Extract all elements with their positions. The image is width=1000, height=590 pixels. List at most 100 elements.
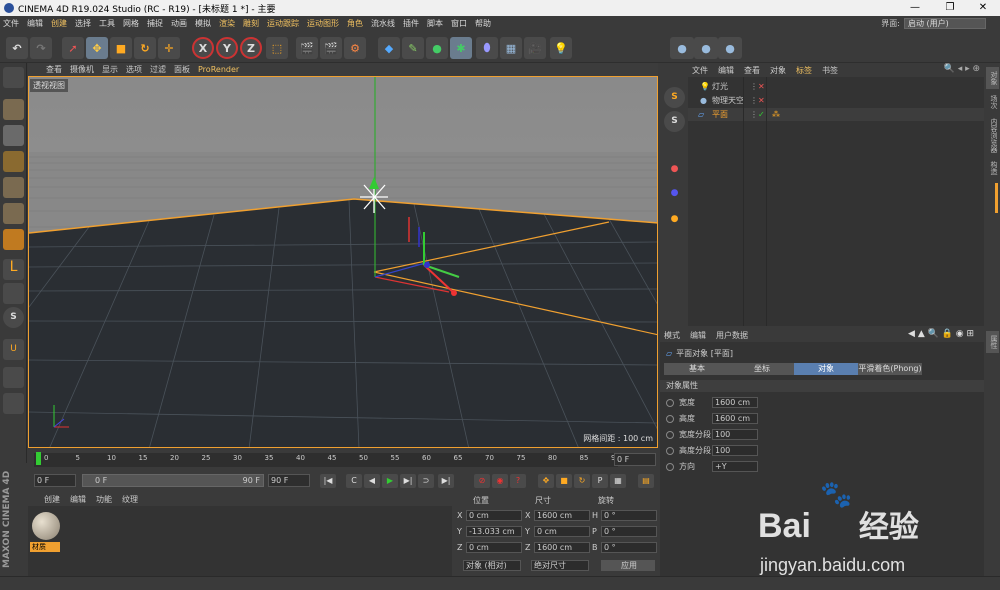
animation-dot-icon[interactable] <box>666 446 674 455</box>
timeline-playhead[interactable] <box>36 452 41 465</box>
workplane-mode-icon[interactable] <box>3 151 24 172</box>
material-preview[interactable] <box>32 512 60 540</box>
x-axis-lock-icon[interactable]: X <box>192 37 214 59</box>
light-icon[interactable]: 💡 <box>550 37 572 59</box>
cube-icon[interactable]: ◆ <box>378 37 400 59</box>
rotation-field[interactable]: 0 ° <box>601 526 657 537</box>
snap-settings-icon[interactable]: S <box>664 111 685 132</box>
object-row-light[interactable]: 💡 灯光 ⋮ ✕ <box>688 80 984 93</box>
size-mode-dropdown[interactable]: 绝对尺寸 <box>531 560 589 571</box>
menu-item-6[interactable]: 捕捉 <box>147 18 163 29</box>
rotate-icon[interactable]: ↻ <box>134 37 156 59</box>
go-to-end-icon[interactable]: ▶| <box>438 474 454 488</box>
rotation-field[interactable]: 0 ° <box>601 510 657 521</box>
animation-dot-icon[interactable] <box>666 430 674 439</box>
naming-tool-icon[interactable]: ● <box>664 183 685 204</box>
close-icon[interactable]: ✕ <box>968 0 998 16</box>
menu-item-12[interactable]: 运动图形 <box>307 18 339 29</box>
tab-coordinates[interactable]: 坐标 <box>730 363 794 375</box>
menu-item-9[interactable]: 渲染 <box>219 18 235 29</box>
material-menu-item-2[interactable]: 功能 <box>96 494 112 505</box>
cloner-icon[interactable]: ✱ <box>450 37 472 59</box>
menu-item-1[interactable]: 编辑 <box>27 18 43 29</box>
enable-x-icon[interactable]: ✕ <box>758 80 765 93</box>
end-frame-field[interactable]: 90 F <box>268 474 310 487</box>
next-frame-icon[interactable]: ▶| <box>400 474 416 488</box>
property-value-field[interactable]: +Y <box>712 461 758 472</box>
xyz-axis-icon[interactable]: ● <box>664 209 685 230</box>
visibility-dots-icon[interactable]: ⋮ <box>750 80 758 93</box>
go-to-start-icon[interactable]: |◀ <box>320 474 336 488</box>
maximize-icon[interactable]: ❐ <box>935 0 965 16</box>
visibility-dots-icon[interactable]: ⋮ <box>750 108 758 121</box>
z-axis-lock-icon[interactable]: Z <box>240 37 262 59</box>
snap-icon[interactable]: S <box>3 307 24 328</box>
size-field[interactable]: 1600 cm <box>534 510 590 521</box>
object-menu-item-0[interactable]: 文件 <box>692 65 708 76</box>
side-tab-content-browser[interactable]: 内容浏览器 <box>986 115 999 155</box>
side-tab-attributes[interactable]: 属性 <box>986 331 999 353</box>
move-icon[interactable]: ✥ <box>86 37 108 59</box>
locked-workplane-icon[interactable] <box>3 367 24 388</box>
snap-object-icon[interactable]: S <box>664 87 685 108</box>
animation-dot-icon[interactable] <box>666 414 674 423</box>
viewport-menu-item-2[interactable]: 显示 <box>102 64 118 75</box>
menu-item-10[interactable]: 雕刻 <box>243 18 259 29</box>
next-key-icon[interactable]: ⊃ <box>418 474 434 488</box>
start-frame-field[interactable]: 0 F <box>34 474 76 487</box>
menu-item-14[interactable]: 流水线 <box>371 18 395 29</box>
object-menu-item-3[interactable]: 对象 <box>770 65 786 76</box>
tab-phong[interactable]: 平滑着色(Phong) <box>858 363 922 375</box>
key-parameter-icon[interactable]: P <box>592 474 608 488</box>
enable-x-icon[interactable]: ✕ <box>758 94 765 107</box>
attribute-menu-item-2[interactable]: 用户数据 <box>716 330 748 341</box>
material-menu-item-1[interactable]: 编辑 <box>70 494 86 505</box>
key-position-icon[interactable]: ✥ <box>538 474 554 488</box>
polygons-mode-icon[interactable] <box>3 229 24 250</box>
scale-icon[interactable]: ■ <box>110 37 132 59</box>
object-menu-item-5[interactable]: 书签 <box>822 65 838 76</box>
menu-item-4[interactable]: 工具 <box>99 18 115 29</box>
previous-key-icon[interactable]: C <box>346 474 362 488</box>
object-menu-item-1[interactable]: 编辑 <box>718 65 734 76</box>
keyframe-selection-icon[interactable]: ? <box>510 474 526 488</box>
workplane-axis-icon[interactable] <box>664 135 685 156</box>
material-menu-item-0[interactable]: 创建 <box>44 494 60 505</box>
viewport-menu-item-1[interactable]: 摄像机 <box>70 64 94 75</box>
side-tab-takes[interactable]: 场次 <box>986 91 999 113</box>
model-mode-icon[interactable] <box>3 99 24 120</box>
menu-item-0[interactable]: 文件 <box>3 18 19 29</box>
attribute-menu-item-1[interactable]: 编辑 <box>690 330 706 341</box>
object-row-plane[interactable]: ▱ 平面 ⋮ ✓ ⁂ <box>688 108 984 121</box>
deformer-icon[interactable]: ⬮ <box>476 37 498 59</box>
animation-dot-icon[interactable] <box>666 398 674 407</box>
frame-range-slider[interactable]: 0 F 90 F <box>82 474 264 487</box>
timeline[interactable]: 051015202530354045505560657075808590 0 F <box>28 449 658 471</box>
previous-frame-icon[interactable]: ◀ <box>364 474 380 488</box>
attribute-nav-icons[interactable]: ◀ ▲ 🔍 🔒 ◉ ⊞ <box>908 329 974 339</box>
animation-dot-icon[interactable] <box>666 462 674 471</box>
render-view-icon[interactable]: 🎬 <box>296 37 318 59</box>
undo-icon[interactable]: ↶ <box>6 37 28 59</box>
menu-item-7[interactable]: 动画 <box>171 18 187 29</box>
viewport-menu-item-5[interactable]: 面板 <box>174 64 190 75</box>
side-tab-structure[interactable]: 构造 <box>986 157 999 179</box>
position-field[interactable]: 0 cm <box>466 510 522 521</box>
property-value-field[interactable]: 100 <box>712 429 758 440</box>
spheres-icon-3[interactable]: ● <box>718 37 742 59</box>
menu-item-11[interactable]: 运动跟踪 <box>267 18 299 29</box>
render-picture-viewer-icon[interactable]: 🎬 <box>320 37 342 59</box>
viewport-menu-item-6[interactable]: ProRender <box>198 65 239 74</box>
property-value-field[interactable]: 100 <box>712 445 758 456</box>
subdivision-icon[interactable]: ● <box>426 37 448 59</box>
layout-dropdown[interactable]: 启动 (用户) <box>904 18 986 29</box>
menu-item-3[interactable]: 选择 <box>75 18 91 29</box>
tab-basic[interactable]: 基本 <box>664 363 730 375</box>
texture-mode-icon[interactable] <box>3 125 24 146</box>
property-value-field[interactable]: 1600 cm <box>712 397 758 408</box>
material-menu-item-3[interactable]: 纹理 <box>122 494 138 505</box>
menu-item-2[interactable]: 创建 <box>51 18 67 29</box>
autokey-icon[interactable]: ◉ <box>492 474 508 488</box>
menu-item-16[interactable]: 脚本 <box>427 18 443 29</box>
menu-item-13[interactable]: 角色 <box>347 18 363 29</box>
